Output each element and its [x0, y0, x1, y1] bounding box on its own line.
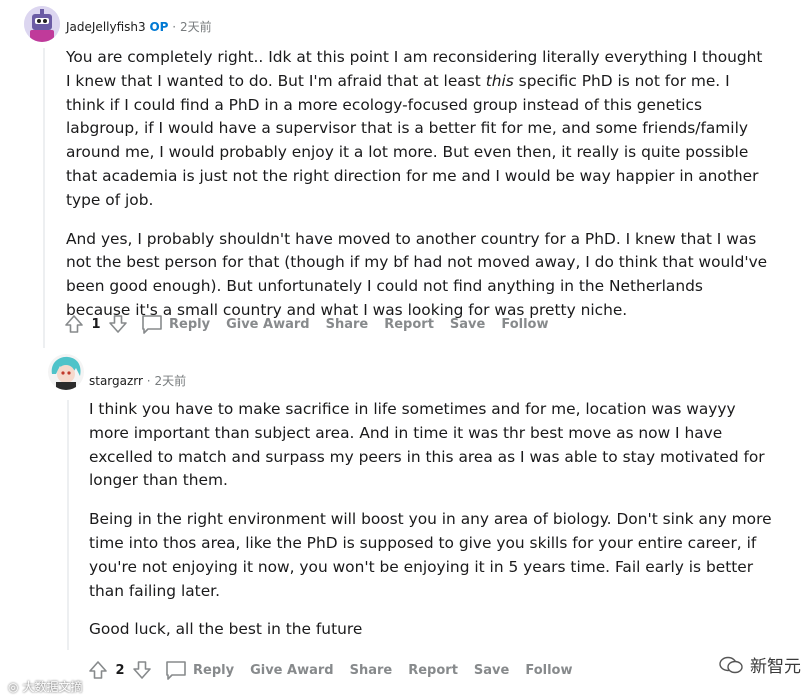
report-label: Report [408, 662, 458, 678]
give-award-button[interactable]: Give Award [226, 317, 310, 332]
comment-1-paragraph-2: And yes, I probably shouldn't have moved… [66, 229, 768, 319]
reply-button[interactable]: Reply [141, 314, 210, 334]
comment-2-actions: 2 Reply Give Award Share Report Save Fol… [87, 658, 589, 682]
comment-2-body: I think you have to make sacrifice in li… [89, 398, 773, 657]
report-button[interactable]: Report [384, 317, 434, 332]
vote-count: 2 [115, 662, 125, 678]
give-award-label: Give Award [250, 662, 334, 678]
reply-label: Reply [169, 316, 211, 332]
upvote-button[interactable] [87, 659, 109, 681]
upvote-icon [89, 661, 107, 679]
watermark-left-text: 大数据文摘 [22, 680, 83, 694]
watermark-left: ◎ 大数据文摘 [8, 678, 83, 695]
watermark-right: 新智元 [718, 652, 801, 677]
watermark-right-text: 新智元 [750, 657, 801, 677]
give-award-button[interactable]: Give Award [250, 663, 334, 678]
save-button[interactable]: Save [474, 663, 509, 678]
downvote-icon [109, 315, 127, 333]
comment-1-actions: 1 Reply Give Award Share Report Save Fol… [63, 312, 565, 336]
comment-1-timestamp[interactable]: 2天前 [180, 20, 212, 34]
username-stargazrr[interactable]: stargazrr [89, 374, 143, 388]
thread-line-comment-1[interactable] [43, 48, 45, 348]
thread-line-comment-2[interactable] [67, 400, 69, 650]
anime-avatar-icon [48, 354, 84, 390]
op-badge: OP [149, 20, 169, 34]
save-label: Save [473, 662, 510, 678]
share-label: Share [349, 662, 393, 678]
report-button[interactable]: Report [408, 663, 458, 678]
share-button[interactable]: Share [326, 317, 369, 332]
comment-2-paragraph-3: Good luck, all the best in the future [89, 620, 363, 639]
comment-bubble-icon [142, 315, 162, 334]
wechat-icon [719, 656, 743, 673]
reply-label: Reply [193, 662, 235, 678]
downvote-button[interactable] [107, 313, 129, 335]
comment-2-header: stargazrr · 2天前 [89, 372, 186, 389]
share-label: Share [325, 316, 369, 332]
follow-button[interactable]: Follow [525, 663, 572, 678]
robot-avatar-icon [24, 6, 60, 42]
follow-button[interactable]: Follow [501, 317, 548, 332]
upvote-button[interactable] [63, 313, 85, 335]
vote-count: 1 [91, 316, 101, 332]
downvote-button[interactable] [131, 659, 153, 681]
comment-bubble-icon [166, 661, 186, 680]
comment-1-p1-italic: this [485, 71, 514, 90]
upvote-icon [65, 315, 83, 333]
comment-1-paragraph-1: You are completely right.. Idk at this p… [66, 46, 770, 213]
save-button[interactable]: Save [450, 317, 485, 332]
comment-1-p1-rest: specific PhD is not for me. I think if I… [66, 71, 759, 209]
comment-1-header: JadeJellyfish3 OP · 2天前 [66, 18, 212, 35]
comment-2-paragraph-1: I think you have to make sacrifice in li… [89, 400, 765, 490]
avatar-stargazrr[interactable] [48, 354, 84, 390]
watermark-logo-icon: ◎ [8, 679, 19, 694]
downvote-icon [133, 661, 151, 679]
follow-label: Follow [525, 662, 573, 678]
comment-2-timestamp[interactable]: 2天前 [154, 374, 186, 388]
comment-2-paragraph-2: Being in the right environment will boos… [89, 510, 772, 600]
report-label: Report [384, 316, 434, 332]
give-award-label: Give Award [226, 316, 310, 332]
meta-separator: · [146, 374, 151, 388]
comment-1-body: You are completely right.. Idk at this p… [66, 46, 770, 338]
meta-separator: · [172, 20, 177, 34]
avatar-jadejellyfish3[interactable] [24, 6, 60, 42]
username-jadejellyfish3[interactable]: JadeJellyfish3 [66, 20, 146, 34]
reply-button[interactable]: Reply [165, 660, 234, 680]
share-button[interactable]: Share [350, 663, 393, 678]
save-label: Save [449, 316, 486, 332]
follow-label: Follow [501, 316, 549, 332]
